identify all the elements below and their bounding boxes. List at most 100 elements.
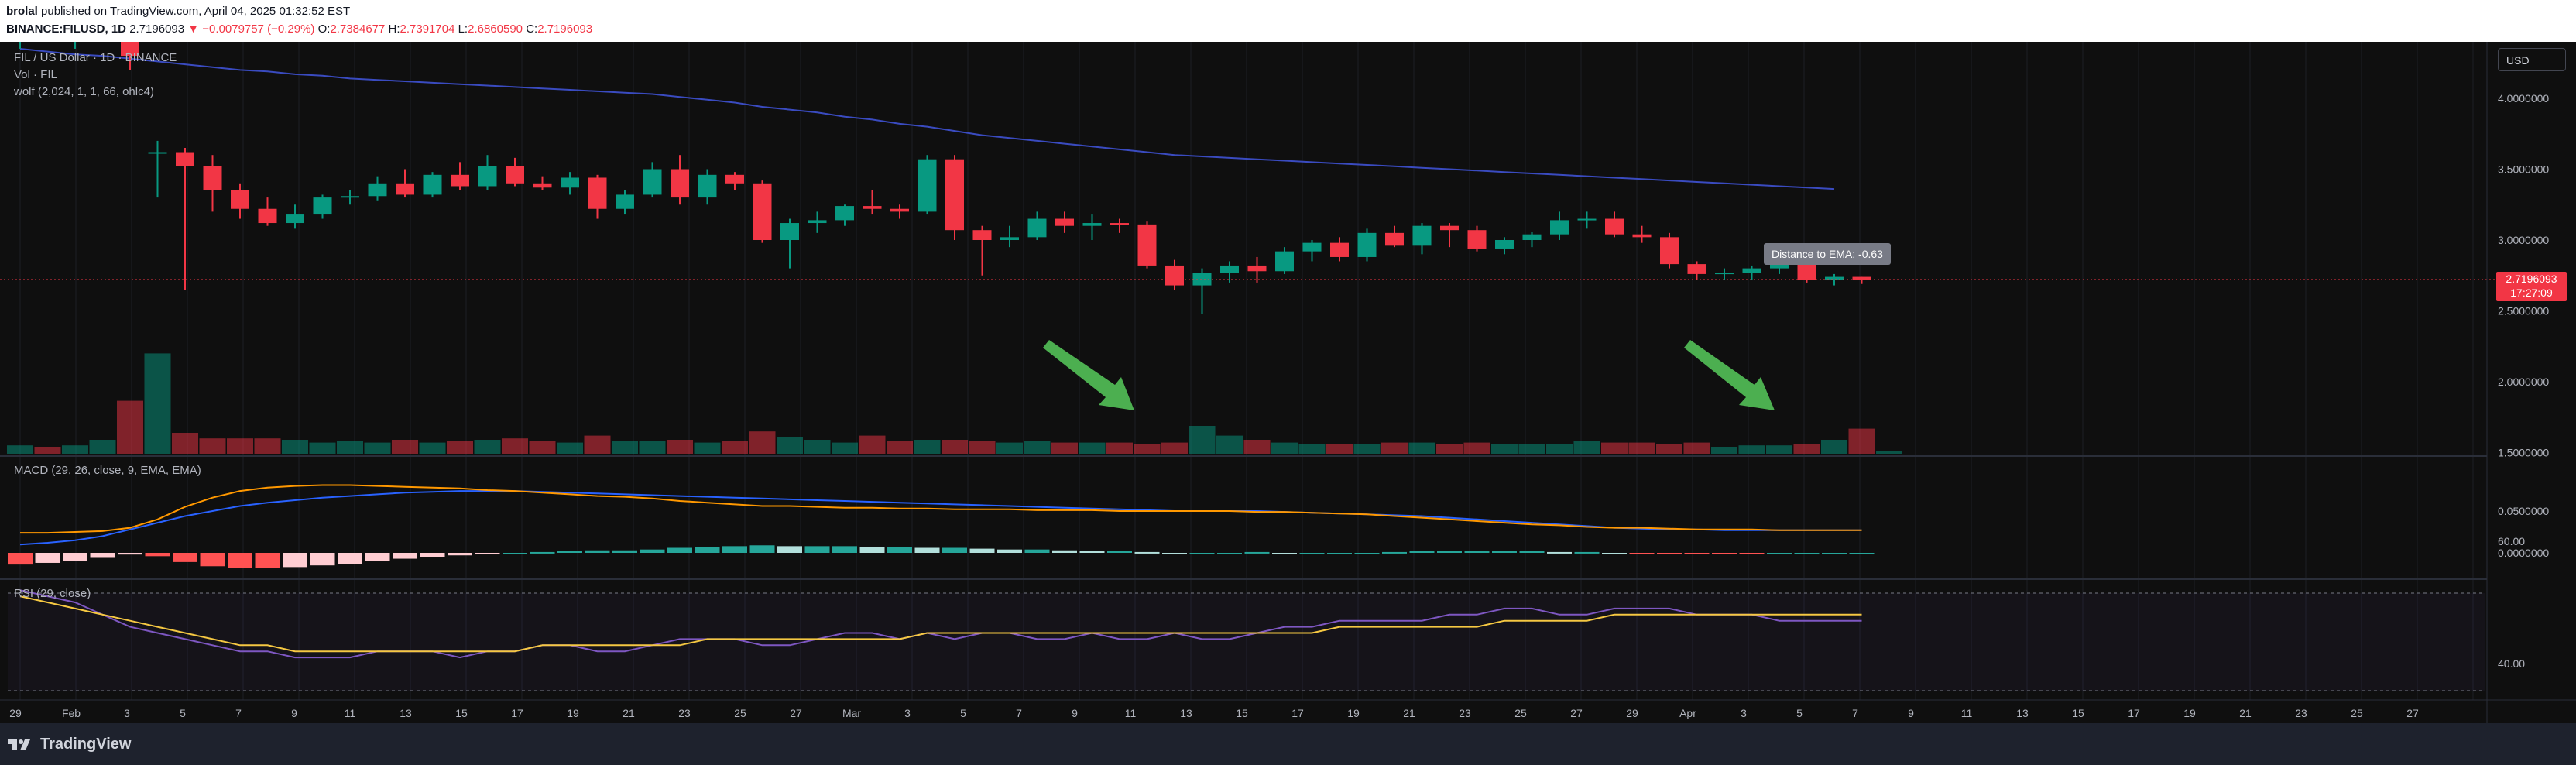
low-label: L: bbox=[458, 22, 468, 36]
published-text: published on TradingView.com, April 04, … bbox=[41, 5, 351, 18]
macd-axis[interactable]: 0.0500000 0.0000000 bbox=[2498, 505, 2549, 559]
arrow-icon bbox=[1684, 340, 1775, 410]
time-tick-label: 11 bbox=[1125, 707, 1137, 719]
bar-countdown: 17:27:09 bbox=[2510, 286, 2553, 299]
volume-bar bbox=[749, 431, 776, 454]
volume-bar bbox=[34, 447, 61, 454]
volume-bar bbox=[1711, 447, 1737, 454]
volume-bar bbox=[1573, 441, 1600, 454]
macd-histogram-bar bbox=[393, 553, 417, 559]
footer-bar: TradingView bbox=[0, 723, 2576, 765]
time-tick-label: Feb bbox=[62, 707, 81, 719]
macd-histogram-bar bbox=[1189, 553, 1215, 554]
candle bbox=[423, 174, 442, 195]
candle bbox=[1495, 240, 1514, 249]
time-tick-label: 25 bbox=[1514, 707, 1527, 719]
volume-bar bbox=[227, 438, 253, 454]
volume-bar bbox=[502, 438, 528, 454]
candle bbox=[616, 194, 634, 209]
tradingview-logo[interactable]: TradingView bbox=[8, 736, 131, 753]
tradingview-brand: TradingView bbox=[40, 736, 132, 753]
arrow-icon bbox=[1043, 340, 1134, 410]
volume-bar bbox=[1518, 444, 1545, 454]
macd-histogram-bar bbox=[612, 550, 637, 553]
volume-bar bbox=[89, 440, 116, 454]
time-tick-label: 7 bbox=[1852, 707, 1858, 719]
volume-bar bbox=[1683, 442, 1710, 454]
tradingview-logo-icon bbox=[8, 739, 30, 750]
time-tick-label: Mar bbox=[842, 707, 861, 719]
time-tick-label: Apr bbox=[1679, 707, 1696, 719]
volume-bar bbox=[392, 440, 418, 454]
time-tick-label: 17 bbox=[2128, 707, 2140, 719]
time-tick-label: 27 bbox=[790, 707, 802, 719]
macd-histogram-bar bbox=[1849, 553, 1875, 554]
volume-bar bbox=[777, 437, 803, 454]
macd-histogram-bar bbox=[200, 553, 225, 567]
close-value: 2.7196093 bbox=[537, 22, 593, 36]
macd-histogram-bar bbox=[1299, 553, 1325, 554]
macd-histogram-bar bbox=[1712, 553, 1737, 554]
volume-bar bbox=[529, 441, 556, 454]
volume-bar bbox=[1161, 442, 1188, 454]
volume-bar bbox=[1876, 451, 1902, 454]
candle bbox=[945, 159, 964, 231]
time-tick-label: 23 bbox=[678, 707, 691, 719]
author-name[interactable]: brolal bbox=[6, 5, 38, 18]
volume-bar bbox=[584, 435, 611, 454]
time-axis[interactable]: 29 Feb 3 5 7 9 11 13 15 17 19 21 23 25 27 Mar 3 5 7 9 11 13 15… bbox=[9, 707, 2419, 719]
candle bbox=[313, 197, 332, 215]
macd-histogram-bar bbox=[1354, 553, 1380, 554]
volume-bar bbox=[1024, 441, 1051, 454]
candle bbox=[863, 206, 882, 209]
macd-legend[interactable]: MACD (29, 26, close, 9, EMA, EMA) bbox=[14, 464, 201, 477]
time-tick-label: 29 bbox=[9, 707, 22, 719]
macd-histogram-bar bbox=[8, 553, 33, 565]
volume-bar bbox=[859, 435, 886, 454]
macd-histogram-bar bbox=[1162, 553, 1187, 554]
axis-tick-label: 4.0000000 bbox=[2498, 92, 2549, 105]
macd-histogram-bar bbox=[1052, 550, 1077, 553]
candle bbox=[808, 220, 827, 224]
main-series-legend[interactable]: FIL / US Dollar · 1D · BINANCE bbox=[14, 51, 177, 64]
macd-histogram-bar bbox=[1629, 553, 1655, 554]
volume-legend[interactable]: Vol · FIL bbox=[14, 68, 57, 81]
candle bbox=[1247, 265, 1267, 272]
volume-bar bbox=[1793, 444, 1820, 454]
volume-bar bbox=[309, 442, 336, 454]
macd-histogram-bar bbox=[1409, 551, 1435, 553]
chart-canvas[interactable]: 4.0000000 3.5000000 3.0000000 2.5000000 2.00… bbox=[0, 13, 2576, 723]
macd-histogram-bar bbox=[1437, 551, 1462, 553]
candle bbox=[396, 183, 414, 195]
candle bbox=[1605, 218, 1624, 235]
rsi-legend[interactable]: RSI (29, close) bbox=[14, 587, 91, 600]
macd-histogram-bar bbox=[1024, 549, 1050, 553]
candle bbox=[1110, 223, 1129, 225]
time-tick-label: 13 bbox=[400, 707, 412, 719]
candle bbox=[1165, 265, 1184, 286]
open-value: 2.7384677 bbox=[330, 22, 386, 36]
candle bbox=[1000, 237, 1019, 240]
candle bbox=[753, 183, 772, 240]
time-tick-label: 19 bbox=[567, 707, 579, 719]
time-tick-label: 5 bbox=[960, 707, 966, 719]
macd-histogram-bar bbox=[832, 546, 857, 553]
time-tick-label: 7 bbox=[1016, 707, 1022, 719]
candle bbox=[1027, 218, 1047, 238]
volume-bar bbox=[447, 441, 473, 454]
volume-bar bbox=[1298, 444, 1326, 454]
macd-histogram-bar bbox=[448, 553, 472, 556]
chart-area[interactable]: 4.0000000 3.5000000 3.0000000 2.5000000 2.00… bbox=[0, 13, 2576, 723]
volume-bar bbox=[282, 440, 308, 454]
volume-bar bbox=[804, 440, 831, 454]
currency-button[interactable]: USD bbox=[2498, 48, 2566, 71]
volume-bar bbox=[1766, 445, 1792, 454]
volume-bar bbox=[1848, 428, 1875, 454]
wolf-indicator-legend[interactable]: wolf (2,024, 1, 1, 66, ohlc4) bbox=[14, 85, 154, 98]
time-tick-label: 7 bbox=[235, 707, 242, 719]
macd-histogram-bar bbox=[1602, 553, 1627, 554]
axis-tick-label: 2.0000000 bbox=[2498, 376, 2549, 388]
time-tick-label: 13 bbox=[1180, 707, 1192, 719]
macd-histogram-bar bbox=[420, 553, 445, 557]
volume-bar bbox=[62, 445, 88, 454]
